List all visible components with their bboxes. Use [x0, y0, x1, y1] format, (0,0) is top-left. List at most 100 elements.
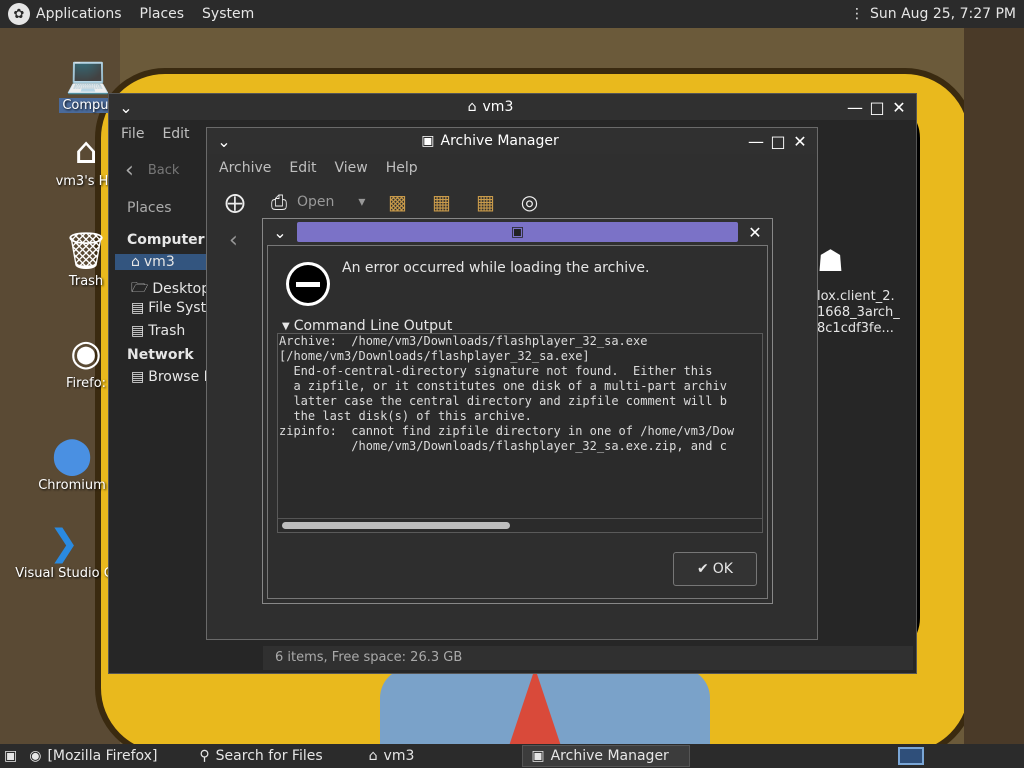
window-menu-chevron-icon[interactable]: ⌄ [269, 221, 291, 243]
search-icon: ⚲ [199, 748, 210, 764]
menu-archive[interactable]: Archive [219, 160, 271, 176]
archive-icon: ▣ [510, 224, 525, 240]
stop-icon[interactable]: ◎ [517, 190, 541, 214]
sidebar-item-label: Trash [148, 323, 186, 339]
open-button-label: Open [297, 194, 335, 210]
desktop-icon-label: Chromium [38, 478, 106, 493]
kebab-menu-icon: ⋮ [850, 6, 864, 22]
workspace-switcher[interactable] [890, 745, 932, 767]
drive-icon: ▤ [131, 300, 145, 316]
desktop-icon-chromium[interactable]: ⬤ Chromium [22, 432, 122, 494]
clock[interactable]: ⋮ Sun Aug 25, 7:27 PM [850, 6, 1016, 22]
file-icon[interactable]: ☗ [817, 244, 844, 279]
error-dialog-titlebar[interactable]: ⌄ ▣ ✕ [263, 219, 772, 245]
taskbar-item-archive-manager[interactable]: ▣ Archive Manager [522, 745, 691, 767]
status-bar: 6 items, Free space: 26.3 GB [263, 646, 913, 670]
sidebar-item-trash[interactable]: ▤ Trash [131, 323, 185, 339]
home-icon: ⌂ [467, 99, 477, 115]
triangle-down-icon: ▼ [282, 320, 290, 332]
clock-label: Sun Aug 25, 7:27 PM [870, 6, 1016, 22]
show-desktop-button[interactable]: ▣ [0, 745, 21, 767]
sidebar-item-browse-network[interactable]: ▤ Browse N [131, 369, 214, 385]
trash-icon: ▤ [131, 323, 145, 339]
error-dialog-body: An error occurred while loading the arch… [267, 245, 768, 599]
top-panel: ✿ Applications Places System ⋮ Sun Aug 2… [0, 0, 1024, 28]
back-arrow-icon[interactable]: ‹ [125, 158, 134, 183]
back-arrow-icon[interactable]: ‹ [229, 228, 238, 253]
applications-menu[interactable]: ✿ Applications [8, 3, 122, 25]
taskbar-item-firefox[interactable]: ◉ [Mozilla Firefox] [21, 745, 165, 767]
sidebar-item-label: vm3 [143, 254, 175, 270]
places-dropdown[interactable]: Places [127, 200, 172, 216]
scrollbar-thumb[interactable] [282, 522, 510, 529]
folder-icon: 🗁 [131, 280, 149, 296]
new-archive-icon[interactable]: ⨁ [223, 190, 247, 214]
sidebar-item-label: Desktop [152, 281, 211, 297]
show-desktop-icon: ▣ [4, 748, 18, 764]
wallpaper-figure [380, 668, 710, 744]
desktop-icon-vscode[interactable]: ❯ Visual Studio C [14, 520, 114, 582]
close-button[interactable]: ✕ [789, 130, 811, 152]
error-message: An error occurred while loading the arch… [342, 260, 650, 276]
window-menu-chevron-icon[interactable]: ⌄ [213, 130, 235, 152]
desktop-icon-label: Firefo: [65, 376, 107, 391]
archive-icon: ▣ [421, 133, 435, 149]
minimize-button[interactable]: — [745, 130, 767, 152]
home-icon: ⌂ [131, 254, 140, 270]
cli-output-expander[interactable]: ▼ Command Line Output [282, 318, 452, 334]
close-button[interactable]: ✕ [744, 221, 766, 243]
window-title: vm3 [482, 99, 514, 115]
cli-output-box[interactable]: Archive: /home/vm3/Downloads/flashplayer… [277, 333, 763, 533]
sidebar-item-filesystem[interactable]: ▤ File Syste [131, 300, 215, 316]
archive-icon: ▣ [531, 748, 545, 764]
sidebar-header-computer: Computer [127, 232, 205, 248]
maximize-button[interactable]: □ [866, 96, 888, 118]
menu-view[interactable]: View [335, 160, 368, 176]
add-folder-icon[interactable]: ▦ [473, 190, 497, 214]
window-title: Archive Manager [440, 133, 559, 149]
gnome-foot-icon: ✿ [8, 3, 30, 25]
firefox-icon: ◉ [70, 332, 102, 374]
cli-output-header: Command Line Output [293, 318, 453, 334]
checkmark-icon: ✔ [697, 561, 709, 577]
menu-edit[interactable]: Edit [162, 126, 189, 142]
ok-button[interactable]: ✔ OK [673, 552, 757, 586]
menu-edit[interactable]: Edit [289, 160, 316, 176]
close-button[interactable]: ✕ [888, 96, 910, 118]
file-manager-titlebar[interactable]: ⌄ ⌂ vm3 — □ ✕ [109, 94, 916, 120]
extract-icon[interactable]: ▩ [385, 190, 409, 214]
places-menu[interactable]: Places [140, 6, 185, 22]
vscode-icon: ❯ [48, 522, 80, 564]
add-files-icon[interactable]: ▦ [429, 190, 453, 214]
taskbar-item-label: Archive Manager [550, 748, 669, 764]
sidebar-item-vm3[interactable]: ⌂ vm3 [115, 254, 211, 270]
sidebar-item-desktop[interactable]: 🗁 Desktop [131, 277, 210, 301]
back-button-label[interactable]: Back [148, 163, 180, 178]
menu-help[interactable]: Help [386, 160, 418, 176]
maximize-button[interactable]: □ [767, 130, 789, 152]
menu-file[interactable]: File [121, 126, 144, 142]
taskbar-item-search[interactable]: ⚲ Search for Files [191, 745, 330, 767]
system-menu[interactable]: System [202, 6, 254, 22]
window-menu-chevron-icon[interactable]: ⌄ [115, 96, 137, 118]
home-icon: ⌂ [368, 748, 378, 764]
open-button[interactable]: ⎙ Open ▾ [267, 190, 365, 214]
chevron-down-icon: ▾ [358, 194, 366, 210]
horizontal-scrollbar[interactable] [278, 518, 762, 532]
desktop-icon-label: Visual Studio C [15, 566, 113, 581]
taskbar-item-vm3[interactable]: ⌂ vm3 [361, 745, 423, 767]
taskbar-item-label: [Mozilla Firefox] [47, 748, 158, 764]
minimize-button[interactable]: — [844, 96, 866, 118]
ok-button-label: OK [712, 561, 733, 577]
file-label-line: lox.client_2. [817, 289, 895, 304]
sidebar-header-network: Network [127, 347, 194, 363]
sidebar-item-label: Browse N [148, 369, 215, 385]
cli-output-text: Archive: /home/vm3/Downloads/flashplayer… [279, 334, 735, 453]
desktop-icon-label: Trash [68, 274, 104, 289]
file-label-line: 1668_3arch_ [817, 305, 900, 320]
file-label[interactable]: lox.client_2. 1668_3arch_ 8c1cdf3fe... [817, 289, 900, 337]
computer-icon: 💻 [65, 55, 111, 96]
open-archive-icon: ⎙ [271, 190, 287, 214]
archive-manager-titlebar[interactable]: ⌄ ▣ Archive Manager — □ ✕ [207, 128, 817, 154]
sidebar-item-label: File Syste [148, 300, 215, 316]
